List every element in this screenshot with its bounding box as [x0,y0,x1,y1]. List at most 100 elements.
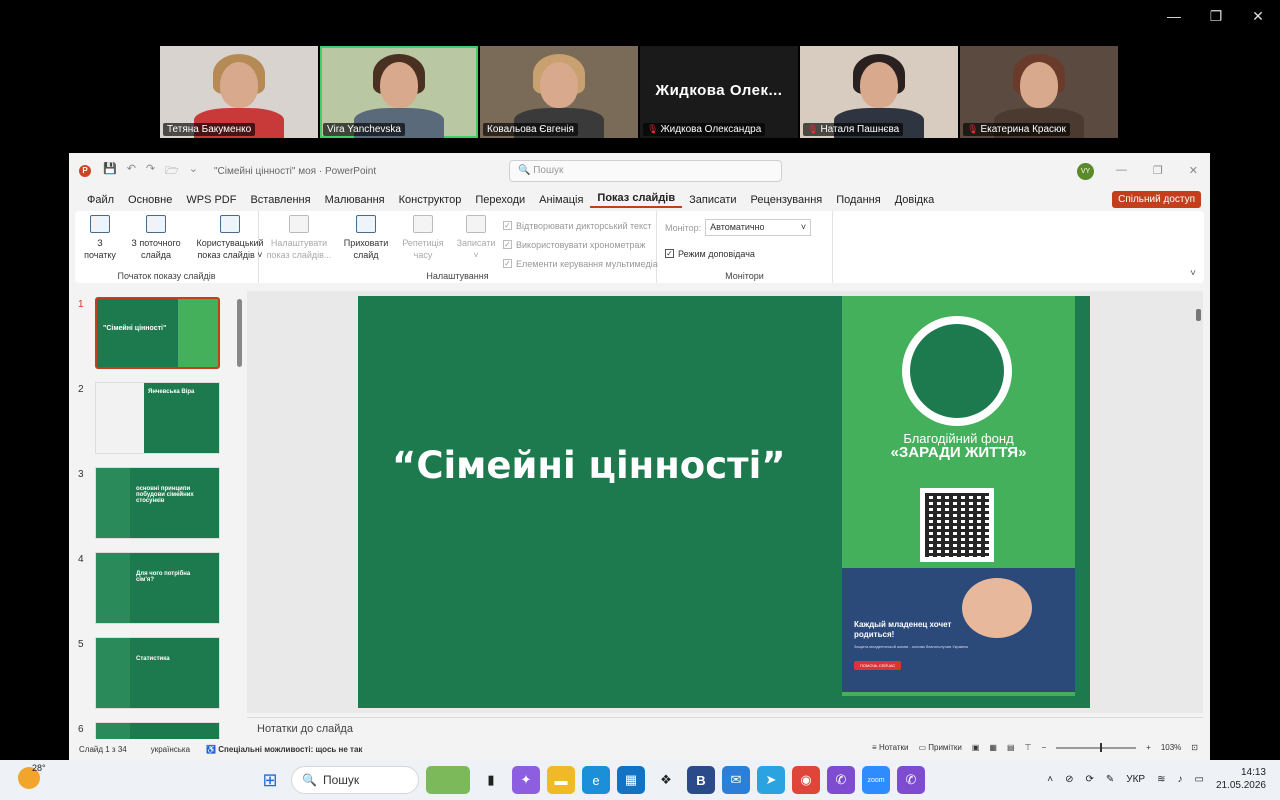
open-folder-icon[interactable]: 🗁 [165,162,179,181]
scrollbar-thumb[interactable] [237,299,242,367]
normal-view-icon[interactable]: ▣ [972,743,980,752]
redo-icon[interactable]: ↷ [146,162,155,181]
fund-panel: Благодійний фонд «ЗАРАДИ ЖИТТЯ» Каждый м… [842,296,1075,696]
accessibility-icon: ♿ [206,745,217,754]
chevron-up-icon[interactable]: ˄ [1047,774,1053,785]
pen-icon[interactable]: ✎ [1106,774,1114,785]
tab-9[interactable]: Записати [682,194,743,206]
sync-icon[interactable]: ⟳ [1085,774,1093,785]
slide-thumbnail[interactable]: основні принципи побудови сімейних стосу… [95,467,220,539]
notes-pane[interactable]: Нотатки до слайда [247,717,1203,739]
participant-tile[interactable]: 🎙 Наталя Пашнєва [800,46,958,138]
taskbar-apps: ⊞ 🔍 Пошук ▮ ✦ ▬ e ▦ ❖ B ✉ ➤ ◉ ✆ zoom ✆ [256,766,925,794]
b-app-icon[interactable]: B [687,766,715,794]
slide-thumbnail[interactable]: "Сімейні цінності" [95,297,220,369]
ppt-minimize-button[interactable]: — [1116,164,1127,177]
thumbnail-number: 3 [78,469,84,480]
minimize-button[interactable]: — [1166,8,1182,25]
m365-icon[interactable]: ✦ [512,766,540,794]
participant-tile[interactable]: Vira Yanchevska [320,46,478,138]
fit-slide-icon[interactable]: ⊡ [1191,743,1198,752]
baby-button: ПОМОЧЬ СЕЙЧАС [854,661,902,670]
zoom-out-icon[interactable]: − [1041,743,1046,752]
participant-strip: Тетяна Бакуменко Vira Yanchevska Ковальова… [160,46,1118,138]
close-button[interactable]: ✕ [1250,8,1266,25]
notes-toggle[interactable]: ≡ Нотатки [872,743,908,752]
task-view-icon[interactable]: ▮ [477,766,505,794]
thumbnail-decoration [178,299,218,367]
viber-icon[interactable]: ✆ [827,766,855,794]
tab-6[interactable]: Переходи [468,194,532,206]
participant-video-face [380,62,418,108]
mic-off-icon[interactable]: ⊘ [1065,774,1073,785]
viber-icon-2[interactable]: ✆ [897,766,925,794]
zoom-icon[interactable]: zoom [862,766,890,794]
tab-10[interactable]: Рецензування [744,194,830,206]
language-status[interactable]: українська [151,745,190,754]
chrome-icon[interactable]: ◉ [792,766,820,794]
volume-icon[interactable]: ♪ [1177,774,1182,785]
slide-thumbnail[interactable]: Янчевська Віра [95,382,220,454]
zoom-slider[interactable] [1056,742,1137,752]
tab-3[interactable]: Вставлення [243,194,317,206]
slide-title[interactable]: “Сімейні цінності” [392,444,786,487]
tab-7[interactable]: Анімація [532,194,590,206]
tab-5[interactable]: Конструктор [392,194,469,206]
taskbar-search[interactable]: 🔍 Пошук [291,766,419,794]
edge-icon[interactable]: e [582,766,610,794]
share-button[interactable]: Спільний доступ [1112,191,1201,208]
save-icon[interactable]: 💾 [103,162,117,181]
search-box[interactable]: 🔍 Пошук [509,160,782,182]
language-indicator[interactable]: УКР [1126,774,1145,785]
tab-0[interactable]: Файл [80,194,121,206]
file-explorer-icon[interactable]: ▬ [547,766,575,794]
slideshow-view-icon[interactable]: ⊤ [1025,743,1032,752]
presenter-view-checkbox[interactable]: ✓ Режим доповідача [665,244,824,263]
slide-thumbnail[interactable] [95,722,220,739]
undo-icon[interactable]: ↶ [127,162,136,181]
participant-tile[interactable]: Ковальова Євгенія [480,46,638,138]
current-slide[interactable]: “Сімейні цінності” Благодійний фонд «ЗАР… [358,296,1090,708]
avatar[interactable]: VY [1077,163,1094,180]
thumbnail-scrollbar[interactable] [237,291,243,739]
tab-2[interactable]: WPS PDF [179,194,243,206]
ppt-close-button[interactable]: ✕ [1189,164,1198,177]
ppt-restore-button[interactable]: ❐ [1153,164,1163,177]
zoom-slider-thumb[interactable] [1100,742,1103,752]
accessibility-status[interactable]: ♿ Спеціальні можливості: щось не так [206,745,362,754]
zoom-level[interactable]: 103% [1161,743,1181,752]
tab-4[interactable]: Малювання [318,194,392,206]
tab-11[interactable]: Подання [829,194,887,206]
from-current-label: З поточного слайда [131,238,181,260]
windows-start-icon[interactable]: ⊞ [256,766,284,794]
slide-sorter-icon[interactable]: ▦ [989,743,997,752]
participant-tile[interactable]: Жидкова Олек... 🎙 Жидкова Олександра [640,46,798,138]
dropbox-icon[interactable]: ❖ [652,766,680,794]
wifi-icon[interactable]: ≋ [1157,774,1165,785]
widgets-icon[interactable] [426,766,470,794]
store-icon[interactable]: ▦ [617,766,645,794]
collapse-ribbon-icon[interactable]: ˅ [1190,268,1196,279]
editor-scrollbar[interactable] [1196,309,1201,321]
mic-muted-icon: 🎙 [647,124,659,134]
tab-1[interactable]: Основне [121,194,179,206]
clock[interactable]: 14:13 21.05.2026 [1216,766,1266,792]
telegram-icon[interactable]: ➤ [757,766,785,794]
tab-12[interactable]: Довідка [888,194,942,206]
participant-tile[interactable]: 🎙 Екатерина Красюк [960,46,1118,138]
restore-button[interactable]: ❐ [1208,8,1224,25]
reading-view-icon[interactable]: ▤ [1007,743,1015,752]
narration-checkbox[interactable]: ✓ Відтворювати дикторський текст [503,216,658,235]
timings-checkbox[interactable]: ✓ Використовувати хронометраж [503,235,658,254]
participant-tile[interactable]: Тетяна Бакуменко [160,46,318,138]
monitor-select[interactable]: Автоматично ˅ [705,219,812,236]
comments-toggle[interactable]: ▭ Примітки [918,743,961,752]
weather-icon[interactable]: 28° [18,763,46,789]
slide-thumbnail[interactable]: Статистика [95,637,220,709]
zoom-in-icon[interactable]: + [1146,743,1151,752]
mail-icon[interactable]: ✉ [722,766,750,794]
slide-thumbnail[interactable]: Для чого потрібна сім'я? [95,552,220,624]
customize-qat-icon[interactable]: ⌄ [189,162,198,181]
tab-8[interactable]: Показ слайдів [590,192,683,208]
battery-icon[interactable]: ▭ [1194,774,1203,785]
